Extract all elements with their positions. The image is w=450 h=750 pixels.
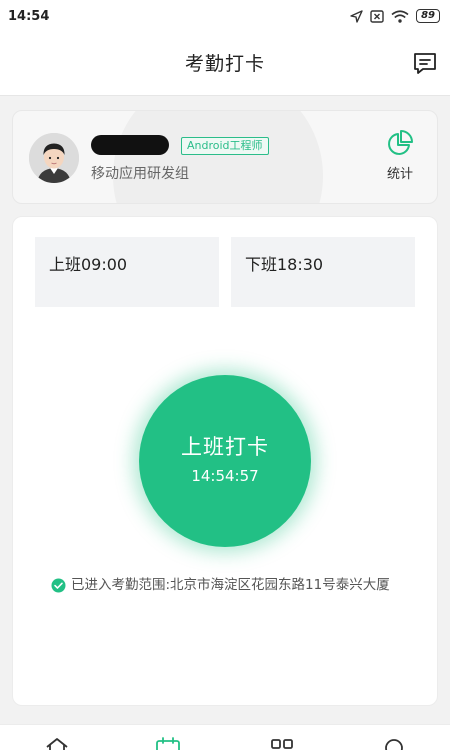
shift-end-label: 下班18:30 — [245, 255, 324, 274]
role-badge: Android工程师 — [181, 137, 269, 155]
avatar[interactable] — [29, 133, 79, 183]
decorative-circle — [113, 111, 323, 203]
clock-in-label: 上班打卡 — [181, 435, 269, 459]
shift-end-box: 下班18:30 — [231, 237, 415, 307]
bottom-nav — [0, 724, 450, 750]
check-circle-icon — [51, 578, 66, 593]
no-sim-icon — [370, 9, 384, 23]
status-time: 14:54 — [8, 8, 50, 24]
user-name-redacted — [91, 135, 169, 155]
stats-label: 统计 — [386, 167, 413, 182]
location-text: 已进入考勤范围:北京市海淀区花园东路11号泰兴大厦 — [71, 577, 390, 593]
attendance-card: 上班09:00 下班18:30 上班打卡 14:54:57 已进入考勤范围:北京… — [12, 216, 438, 706]
profile-card: Android工程师 移动应用研发组 统计 — [12, 110, 438, 204]
clock-in-time: 14:54:57 — [191, 467, 259, 485]
stats-button[interactable]: 统计 — [375, 129, 425, 185]
apps-icon[interactable] — [269, 737, 295, 750]
pie-chart-icon — [388, 130, 413, 155]
location-status: 已进入考勤范围:北京市海淀区花园东路11号泰兴大厦 — [51, 575, 411, 595]
search-icon[interactable] — [381, 737, 407, 750]
status-bar: 14:54 89 — [0, 0, 450, 32]
department-label: 移动应用研发组 — [91, 166, 189, 182]
status-icons: 89 — [350, 9, 440, 23]
title-bar: 考勤打卡 — [0, 32, 450, 96]
clock-in-button[interactable]: 上班打卡 14:54:57 — [139, 375, 311, 547]
avatar-image — [29, 133, 79, 183]
home-icon[interactable] — [44, 737, 70, 750]
battery-icon: 89 — [416, 9, 440, 23]
shift-start-label: 上班09:00 — [49, 255, 128, 274]
page-title: 考勤打卡 — [184, 53, 265, 75]
calendar-icon[interactable] — [155, 737, 181, 750]
message-icon[interactable] — [412, 51, 438, 77]
wifi-icon — [391, 9, 409, 23]
location-arrow-icon — [350, 9, 363, 23]
shift-start-box: 上班09:00 — [35, 237, 219, 307]
